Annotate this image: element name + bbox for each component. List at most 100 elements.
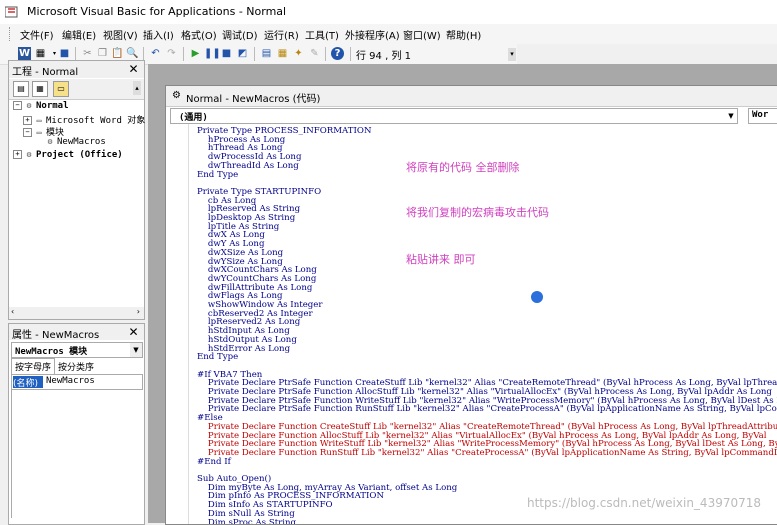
expand-icon[interactable]: + bbox=[23, 116, 32, 125]
toolbar-separator bbox=[183, 47, 184, 61]
properties-panel: 属性 - NewMacros ✕ NewMacros 模块 ▼ 按字母序 按分类序… bbox=[8, 323, 145, 525]
chevron-down-icon[interactable]: ▼ bbox=[725, 109, 737, 123]
properties-object-value: NewMacros 模块 bbox=[15, 347, 88, 357]
save-icon[interactable]: ■ bbox=[58, 47, 71, 60]
expand-icon[interactable]: + bbox=[13, 150, 22, 159]
annotation-paste-code: 粘贴讲来 即可 bbox=[406, 253, 476, 266]
menu-debug[interactable]: 调试(D) bbox=[222, 27, 258, 42]
watermark: https://blog.csdn.net/weixin_43970718 bbox=[527, 496, 762, 510]
property-row-name[interactable]: (名称) NewMacros bbox=[11, 374, 143, 390]
menu-help[interactable]: 帮助(H) bbox=[446, 27, 481, 42]
property-key: (名称) bbox=[13, 376, 43, 389]
chevron-down-icon[interactable]: ▼ bbox=[130, 343, 142, 357]
annotation-copy-code: 将我们复制的宏病毒攻击代码 bbox=[406, 206, 549, 219]
collapse-icon[interactable]: − bbox=[13, 101, 22, 110]
word-icon[interactable]: W bbox=[18, 47, 31, 60]
code-editor[interactable]: Private Type PROCESS_INFORMATION hProces… bbox=[166, 124, 777, 524]
code-margin[interactable] bbox=[166, 124, 189, 524]
code-line[interactable]: #End If bbox=[197, 457, 231, 467]
properties-grid-body bbox=[11, 390, 142, 518]
properties-title: 属性 - NewMacros bbox=[12, 330, 100, 341]
project-explorer-toolbar: ▤ ▦ ▭ ▴ bbox=[9, 79, 144, 100]
properties-icon[interactable]: ▦ bbox=[276, 47, 289, 60]
object-combo[interactable]: (通用) ▼ bbox=[170, 108, 738, 124]
code-line[interactable]: Private Declare PtrSafe Function RunStuf… bbox=[197, 405, 777, 414]
tree-node-project-office[interactable]: + ⚙ Project (Office) bbox=[13, 150, 123, 160]
menu-file[interactable]: 文件(F) bbox=[20, 27, 54, 42]
help-icon[interactable]: ? bbox=[331, 47, 344, 60]
break-icon[interactable]: ❚❚ bbox=[204, 47, 221, 60]
close-icon[interactable]: ✕ bbox=[127, 326, 140, 339]
procedure-combo[interactable]: Wor bbox=[748, 108, 777, 124]
toolbar-separator bbox=[350, 47, 351, 61]
view-code-icon[interactable]: ▤ bbox=[13, 81, 29, 97]
toolbar-options-icon[interactable]: ▾ bbox=[508, 48, 516, 61]
project-icon: ⚙ bbox=[26, 150, 32, 159]
object-browser-icon[interactable]: ✦ bbox=[292, 47, 305, 60]
scroll-right-icon[interactable]: › bbox=[137, 307, 140, 316]
tab-categorized[interactable]: 按分类序 bbox=[55, 359, 97, 374]
menu-edit[interactable]: 编辑(E) bbox=[62, 27, 96, 42]
close-icon[interactable]: ✕ bbox=[127, 63, 140, 76]
cut-icon[interactable]: ✂ bbox=[81, 47, 94, 60]
properties-object-select[interactable]: NewMacros 模块 ▼ bbox=[11, 342, 143, 358]
module-icon: ⚙ bbox=[47, 137, 53, 146]
tree-node-normal[interactable]: − ⚙ Normal bbox=[13, 101, 69, 111]
scroll-up-icon[interactable]: ▴ bbox=[133, 81, 141, 95]
code-window: ⚙ Normal - NewMacros (代码) (通用) ▼ Wor Pri… bbox=[165, 85, 777, 525]
paste-icon[interactable]: 📋 bbox=[111, 47, 124, 60]
code-window-title: Normal - NewMacros (代码) bbox=[186, 94, 321, 105]
menu-addins[interactable]: 外接程序(A) bbox=[345, 27, 400, 42]
menu-run[interactable]: 运行(R) bbox=[264, 27, 299, 42]
reset-icon[interactable]: ■ bbox=[220, 47, 233, 60]
toolbar-separator bbox=[325, 47, 326, 61]
toggle-folders-icon[interactable]: ▭ bbox=[53, 81, 69, 97]
window-title: Microsoft Visual Basic for Applications … bbox=[27, 5, 287, 18]
undo-icon[interactable]: ↶ bbox=[149, 47, 162, 60]
scroll-left-icon[interactable]: ‹ bbox=[11, 307, 14, 316]
menu-view[interactable]: 视图(V) bbox=[103, 27, 138, 42]
annotation-delete-code: 将原有的代码 全部删除 bbox=[406, 161, 520, 174]
project-explorer-icon[interactable]: ▤ bbox=[260, 47, 273, 60]
title-bar: Microsoft Visual Basic for Applications … bbox=[0, 0, 777, 24]
properties-header: 属性 - NewMacros ✕ bbox=[9, 324, 144, 341]
vba-app-icon bbox=[5, 6, 18, 18]
project-explorer-header: 工程 - Normal ✕ bbox=[9, 61, 144, 78]
view-object-icon[interactable]: ▦ bbox=[32, 81, 48, 97]
tree-node-normal-label: Normal bbox=[36, 101, 69, 111]
insert-module-icon[interactable]: ▦ bbox=[34, 47, 47, 60]
toolbox-icon[interactable]: ✎ bbox=[308, 47, 321, 60]
tree-node-newmacros[interactable]: ⚙ NewMacros bbox=[45, 137, 106, 147]
tab-alphabetic[interactable]: 按字母序 bbox=[11, 358, 56, 374]
tree-node-project-office-label: Project (Office) bbox=[36, 150, 123, 160]
procedure-combo-value: Wor bbox=[752, 110, 769, 120]
tree-node-newmacros-label: NewMacros bbox=[57, 137, 106, 147]
code-line[interactable]: Dim sProc As String bbox=[197, 518, 296, 524]
properties-tabs: 按字母序 按分类序 bbox=[11, 358, 97, 374]
menu-format[interactable]: 格式(O) bbox=[181, 27, 217, 42]
property-value[interactable]: NewMacros bbox=[46, 376, 95, 386]
menu-window[interactable]: 窗口(W) bbox=[403, 27, 441, 42]
folder-icon: ▭ bbox=[36, 116, 42, 125]
collapse-icon[interactable]: − bbox=[23, 128, 32, 137]
redo-icon[interactable]: ↷ bbox=[165, 47, 178, 60]
design-mode-icon[interactable]: ◩ bbox=[236, 47, 249, 60]
cursor-position: 行 94 , 列 1 bbox=[356, 51, 411, 62]
folder-icon: ▭ bbox=[36, 128, 42, 137]
menu-grip[interactable] bbox=[9, 27, 13, 41]
object-combo-value: (通用) bbox=[179, 113, 208, 123]
code-line[interactable]: Private Declare Function RunStuff Lib "k… bbox=[197, 449, 777, 458]
code-line[interactable]: End Type bbox=[197, 170, 238, 180]
project-icon: ⚙ bbox=[26, 101, 32, 110]
find-icon[interactable]: 🔍 bbox=[126, 47, 139, 60]
code-window-titlebar[interactable]: ⚙ Normal - NewMacros (代码) bbox=[166, 86, 777, 107]
menu-bar: 文件(F) 编辑(E) 视图(V) 插入(I) 格式(O) 调试(D) 运行(R… bbox=[0, 24, 777, 44]
code-line[interactable]: End Type bbox=[197, 353, 238, 362]
project-hscrollbar[interactable]: ‹ › bbox=[9, 307, 144, 319]
mouse-cursor-icon bbox=[530, 290, 544, 304]
run-icon[interactable]: ▶ bbox=[189, 47, 202, 60]
toolbar-separator bbox=[143, 47, 144, 61]
copy-icon[interactable]: ❐ bbox=[96, 47, 109, 60]
menu-insert[interactable]: 插入(I) bbox=[143, 27, 174, 42]
menu-tools[interactable]: 工具(T) bbox=[305, 27, 339, 42]
